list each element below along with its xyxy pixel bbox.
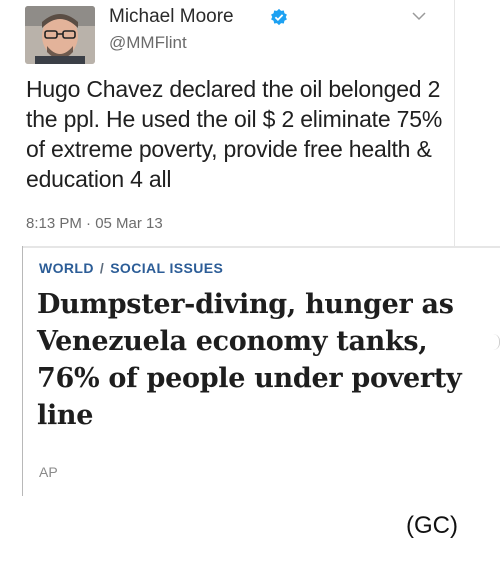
- article-section: WORLD / SOCIAL ISSUES: [39, 260, 223, 276]
- news-article-card: WORLD / SOCIAL ISSUES Dumpster-diving, hun…: [22, 246, 500, 496]
- avatar[interactable]: [25, 6, 95, 64]
- section-link-social-issues[interactable]: SOCIAL ISSUES: [110, 260, 223, 276]
- scroll-edge-mark: [493, 334, 500, 350]
- tweet-timestamp[interactable]: 8:13 PM · 05 Mar 13: [26, 215, 163, 232]
- section-link-world[interactable]: WORLD: [39, 260, 94, 276]
- display-name[interactable]: Michael Moore: [109, 6, 234, 28]
- article-headline[interactable]: Dumpster-diving, hunger as Venezuela eco…: [37, 286, 497, 434]
- article-source: AP: [39, 464, 58, 480]
- section-separator: /: [99, 260, 105, 276]
- tweet-card: Michael Moore @MMFlint Hugo Chavez decla…: [14, 0, 455, 246]
- chevron-down-icon[interactable]: [412, 11, 426, 21]
- divider: [23, 246, 500, 248]
- verified-badge-icon: [271, 8, 287, 26]
- tweet-text: Hugo Chavez declared the oil belonged 2 …: [26, 76, 443, 192]
- user-handle[interactable]: @MMFlint: [109, 33, 187, 53]
- caption-text: (GC): [406, 512, 458, 539]
